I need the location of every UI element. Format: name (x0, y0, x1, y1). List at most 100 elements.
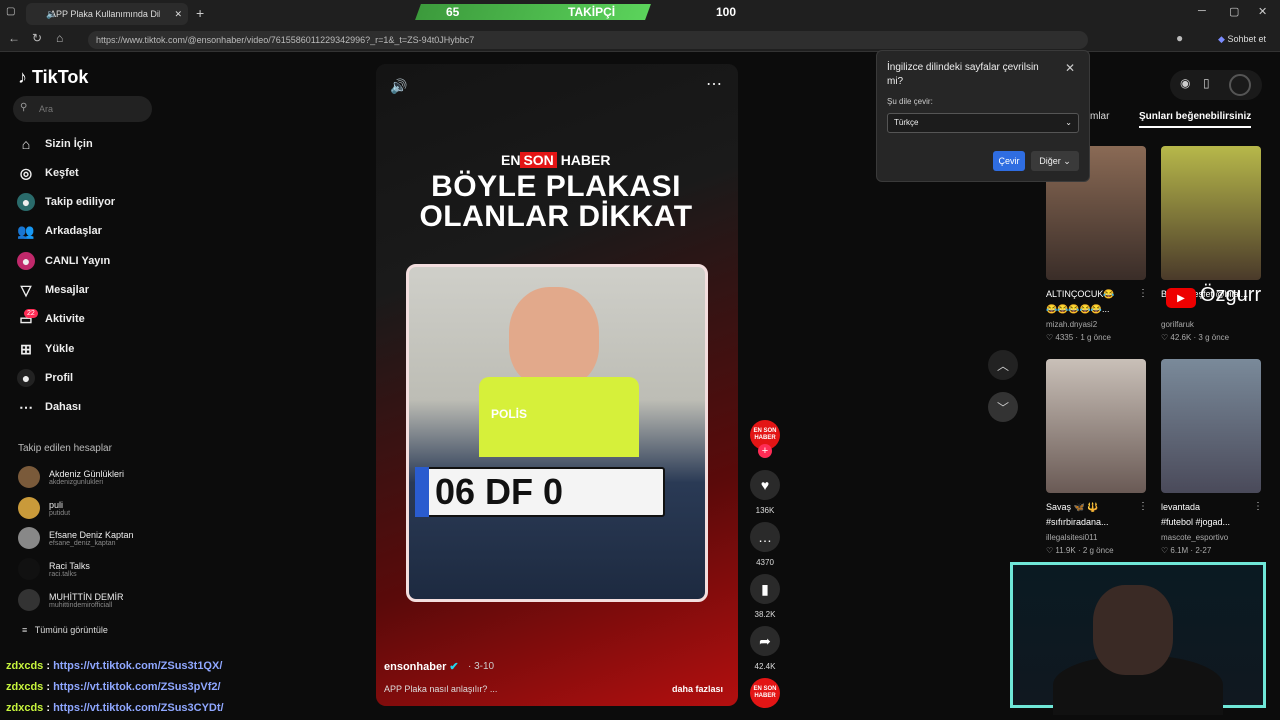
card-title[interactable]: ALTINÇOCUK😂 (1046, 289, 1146, 300)
headline-line-1: BÖYLE PLAKASI (431, 170, 681, 203)
sound-avatar[interactable]: EN SON HABER (750, 678, 780, 708)
avatar (18, 589, 40, 611)
language-select[interactable]: Türkçe ⌄ (887, 113, 1079, 133)
nav-friends[interactable]: 👥 Arkadaşlar (17, 220, 217, 242)
share-icon: ➦ (759, 632, 771, 649)
heart-icon: ♡ (1046, 546, 1054, 555)
avatar (18, 466, 40, 488)
card-user[interactable]: gorilfaruk (1161, 320, 1194, 329)
tab-title: APP Plaka Kullanımında Dikk... (50, 9, 160, 19)
home-icon[interactable]: ⌂ (56, 31, 63, 45)
nav-for-you[interactable]: ⌂ Sizin İçin (17, 133, 217, 155)
card-menu-icon[interactable]: ⋮ (1138, 501, 1148, 512)
nav-messages[interactable]: ▽ Mesajlar (17, 279, 217, 301)
card-user[interactable]: mascote_esportivo (1161, 533, 1228, 542)
nav-live[interactable]: ● CANLI Yayın (17, 250, 217, 272)
verified-icon: ✔ (449, 661, 459, 673)
nav-label: Keşfet (45, 167, 79, 179)
new-tab-button[interactable]: + (196, 5, 204, 21)
back-icon[interactable]: ← (8, 31, 20, 45)
home-icon: ⌂ (21, 136, 31, 152)
follower-label: TAKİPÇİ (568, 5, 616, 19)
video-photo: POLİS 06 DF 0 (406, 264, 708, 602)
tab-menu-icon[interactable]: ▢ (6, 6, 15, 17)
translate-popup: İngilizce dilindeki sayfalar çevrilsin m… (876, 50, 1090, 182)
copilot-button[interactable]: ◆ Sohbet et (1218, 34, 1266, 45)
save-count: 38.2K (754, 610, 776, 619)
browser-tab[interactable]: 🔈 APP Plaka Kullanımında Dikk... ✕ (26, 3, 188, 25)
video-card-thumb[interactable] (1046, 359, 1146, 493)
save-button[interactable]: ▮ (750, 574, 780, 604)
video-card-thumb[interactable] (1161, 146, 1261, 280)
account-item[interactable]: Efsane Deniz Kaptan efsane_deniz_kaptan (18, 524, 218, 552)
close-tab-icon[interactable]: ✕ (174, 9, 182, 20)
profile-avatar-button[interactable] (1229, 74, 1251, 96)
scroll-down-button[interactable]: ﹀ (988, 392, 1018, 422)
tiktok-logo[interactable]: ♪ TikTok (18, 67, 88, 88)
share-button[interactable]: ➦ (750, 626, 780, 656)
more-options-icon[interactable]: ⋯ (706, 74, 722, 94)
see-all-link[interactable]: ≡ Tümünü görüntüle (22, 625, 108, 635)
nav-label: Takip ediliyor (45, 196, 116, 208)
nav-profile[interactable]: ● Profil (17, 367, 217, 389)
close-window-icon[interactable]: ✕ (1258, 5, 1267, 18)
card-user[interactable]: mizah.dnyasi2 (1046, 320, 1097, 329)
see-more-link[interactable]: daha fazlası (672, 684, 723, 694)
translate-button[interactable]: Çevir (993, 151, 1025, 171)
tab-you-may-like[interactable]: Şunları beğenebilirsiniz (1139, 111, 1252, 128)
card-title[interactable]: Savaş 🦋 🔱 (1046, 502, 1146, 513)
card-age: 1 g önce (1080, 333, 1112, 342)
brand-son: SON (520, 152, 557, 168)
card-menu-icon[interactable]: ⋮ (1253, 501, 1263, 512)
volume-icon[interactable]: 🔊 (390, 78, 407, 95)
coin-icon[interactable]: ◉ (1180, 76, 1190, 90)
card-subtitle: #futebol #jogad... (1161, 517, 1231, 527)
refresh-icon[interactable]: ↻ (32, 31, 42, 45)
minimize-icon[interactable]: ─ (1198, 5, 1206, 17)
other-label: Diğer (1039, 156, 1061, 166)
nav-following[interactable]: ● Takip ediliyor (17, 191, 217, 213)
card-subtitle: #sıfırbiradana... (1046, 517, 1109, 527)
comment-button[interactable]: … (750, 522, 780, 552)
compass-icon: ◎ (19, 164, 33, 181)
card-title[interactable]: levantada (1161, 502, 1261, 512)
profile-icon[interactable]: ● (1176, 31, 1183, 45)
following-avatar-icon: ● (17, 193, 35, 211)
tab-partial[interactable]: mlar (1090, 111, 1109, 122)
video-player[interactable]: 🔊 ⋯ EN SON HABER BÖYLE PLAKASI OLANLAR DİK… (376, 64, 738, 706)
chat-user: zdxcds (6, 681, 44, 693)
nav-more[interactable]: ⋯ Dahası (17, 396, 217, 418)
brand-en: EN (501, 152, 521, 168)
close-icon[interactable]: ✕ (1065, 61, 1075, 75)
search-input[interactable]: Ara (13, 96, 152, 122)
copilot-label: Sohbet et (1227, 34, 1266, 44)
copilot-icon: ◆ (1218, 34, 1225, 44)
scroll-up-button[interactable]: ︿ (988, 350, 1018, 380)
headline-line-2: OLANLAR DİKKAT (419, 200, 693, 233)
nav-upload[interactable]: ⊞ Yükle (17, 338, 217, 360)
card-menu-icon[interactable]: ⋮ (1138, 288, 1148, 299)
url-field[interactable]: https://www.tiktok.com/@ensonhaber/video… (88, 31, 1088, 49)
like-button[interactable]: ♥ (750, 470, 780, 500)
follow-plus-icon[interactable]: + (758, 444, 772, 458)
account-item[interactable]: MUHİTTİN DEMİR muhittindemirofficiall (18, 586, 218, 614)
search-icon: ⚲ (20, 102, 28, 113)
card-user[interactable]: illegalsitesi011 (1046, 533, 1097, 542)
account-item[interactable]: Akdeniz Günlükleri akdenizgunlukleri (18, 463, 218, 491)
video-card-thumb[interactable] (1161, 359, 1261, 493)
video-author[interactable]: ensonhaber ✔ (384, 660, 459, 673)
chat-message: zdxcds : https://vt.tiktok.com/ZSus3pVf2… (6, 681, 221, 693)
maximize-icon[interactable]: ▢ (1229, 5, 1239, 18)
account-item[interactable]: Raci Talks raci.talks (18, 555, 218, 583)
chat-link: https://vt.tiktok.com/ZSus3CYDt/ (53, 702, 224, 714)
author-name: ensonhaber (384, 661, 447, 673)
phone-icon[interactable]: ▯ (1203, 76, 1210, 90)
nav-label: Mesajlar (45, 284, 90, 296)
other-button[interactable]: Diğer ⌄ (1031, 151, 1079, 171)
nav-activity[interactable]: ▭ Aktivite (17, 308, 217, 330)
account-item[interactable]: puli putidut (18, 494, 218, 522)
nav-explore[interactable]: ◎ Keşfet (17, 162, 217, 184)
account-name: Akdeniz Günlükleri (49, 468, 125, 479)
card-meta: ♡ 11.9K · 2 g önce (1046, 546, 1114, 555)
chat-user: zdxcds (6, 702, 44, 714)
